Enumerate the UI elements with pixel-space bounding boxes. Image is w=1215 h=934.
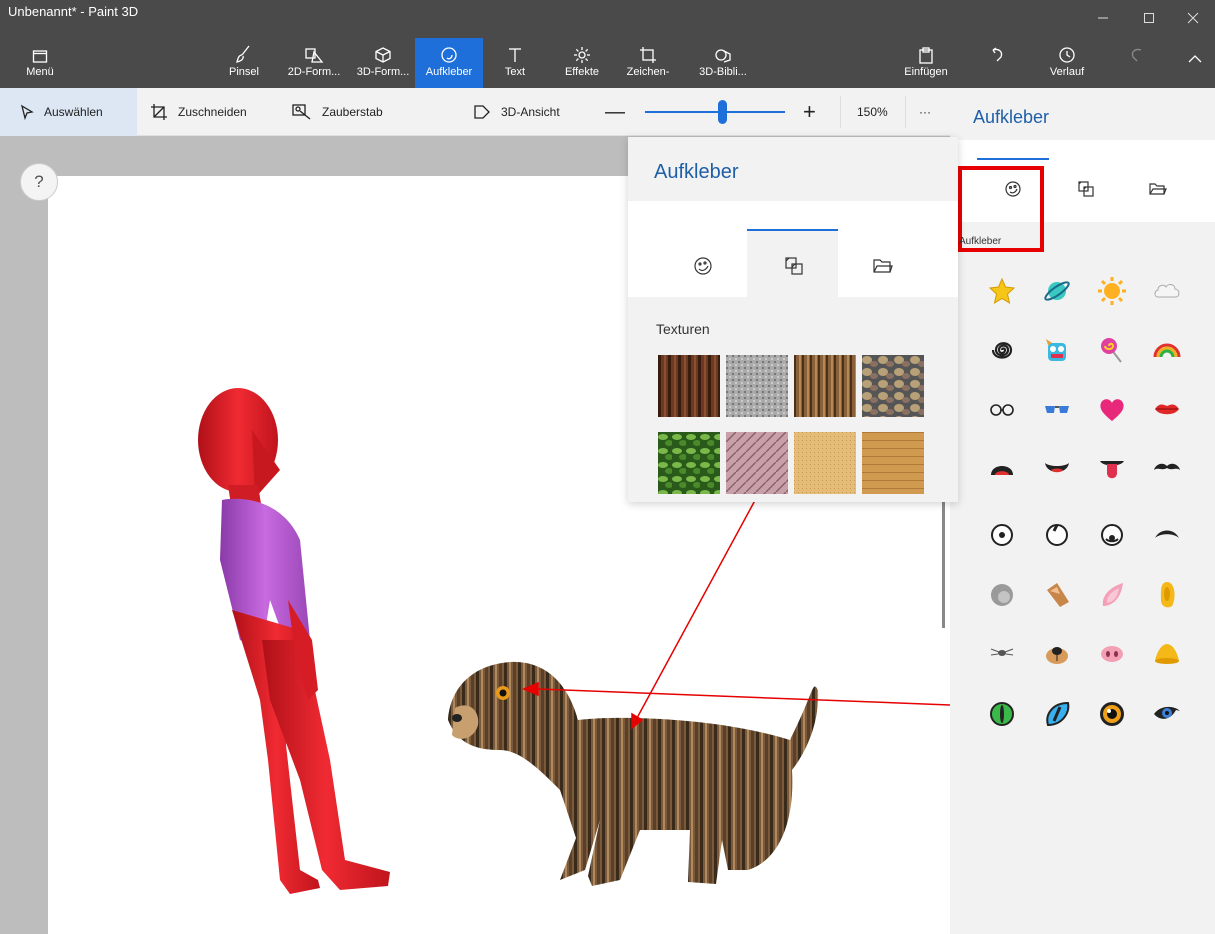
lollipop-sticker[interactable] bbox=[1095, 333, 1129, 367]
folder-open-icon bbox=[873, 259, 893, 273]
dog-3d-model[interactable] bbox=[448, 661, 819, 886]
panel-title: Aufkleber bbox=[973, 107, 1050, 127]
grey-ear-sticker[interactable] bbox=[985, 578, 1019, 612]
rainbow-sticker[interactable] bbox=[1150, 333, 1184, 367]
dog-nose-sticker[interactable] bbox=[1040, 637, 1074, 671]
open-mouth-sticker[interactable] bbox=[985, 451, 1019, 485]
dog-ear-sticker[interactable] bbox=[1040, 578, 1074, 612]
panel-section-label: Aufkleber bbox=[959, 236, 1002, 247]
pig-nose-sticker[interactable] bbox=[1095, 637, 1129, 671]
flyout-section-label: Texturen bbox=[656, 321, 710, 337]
yellow-ear-sticker[interactable] bbox=[1150, 578, 1184, 612]
glasses-sticker[interactable] bbox=[985, 392, 1019, 426]
fly-nose-sticker[interactable] bbox=[985, 637, 1019, 671]
texture-leaves[interactable] bbox=[658, 432, 720, 494]
star-sticker[interactable] bbox=[985, 274, 1019, 308]
monster-sticker[interactable] bbox=[1040, 333, 1074, 367]
active-tab-indicator bbox=[977, 158, 1049, 160]
eye-down-sticker[interactable] bbox=[1095, 518, 1129, 552]
eye-center-sticker[interactable] bbox=[985, 518, 1019, 552]
cloud-sticker[interactable] bbox=[1150, 274, 1184, 308]
texture-hair[interactable] bbox=[794, 355, 856, 417]
folder-open-icon bbox=[1149, 183, 1167, 195]
eyebrow-sticker[interactable] bbox=[1150, 518, 1184, 552]
texture-sand[interactable] bbox=[794, 432, 856, 494]
flyout-tab-stickers[interactable] bbox=[690, 253, 716, 279]
texture-marble[interactable] bbox=[726, 432, 788, 494]
cat-eye-blue-sticker[interactable] bbox=[1040, 697, 1074, 731]
tongue-mouth-sticker[interactable] bbox=[1095, 451, 1129, 485]
texture-wood[interactable] bbox=[862, 432, 924, 494]
sticker-icon bbox=[694, 257, 712, 275]
texture-granite[interactable] bbox=[726, 355, 788, 417]
duck-beak-sticker[interactable] bbox=[1150, 637, 1184, 671]
flyout-title: Aufkleber bbox=[654, 161, 739, 183]
mustache-sticker[interactable] bbox=[1150, 451, 1184, 485]
tab-custom[interactable] bbox=[1145, 176, 1171, 202]
human-eye-sticker[interactable] bbox=[1150, 697, 1184, 731]
texture-icon bbox=[1078, 181, 1094, 197]
dog-eye-sticker[interactable] bbox=[1095, 697, 1129, 731]
lips-sticker[interactable] bbox=[1150, 392, 1184, 426]
texture-bark[interactable] bbox=[658, 355, 720, 417]
paint3d-window: Unbenannt* - Paint 3D Menü Pinsel 2D-For… bbox=[0, 0, 1215, 934]
texture-pebbles[interactable] bbox=[862, 355, 924, 417]
cat-eye-green-sticker[interactable] bbox=[985, 697, 1019, 731]
flyout-tab-textures[interactable] bbox=[781, 253, 807, 279]
sun-sticker[interactable] bbox=[1095, 274, 1129, 308]
pink-ear-sticker[interactable] bbox=[1095, 578, 1129, 612]
person-3d-model[interactable] bbox=[198, 388, 390, 894]
heart-sticker[interactable] bbox=[1095, 392, 1129, 426]
grin-mouth-sticker[interactable] bbox=[1040, 451, 1074, 485]
texture-icon bbox=[785, 257, 803, 275]
planet-sticker[interactable] bbox=[1040, 274, 1074, 308]
flyout-tab-custom[interactable] bbox=[870, 253, 896, 279]
tab-textures[interactable] bbox=[1073, 176, 1099, 202]
sunglasses-sticker[interactable] bbox=[1040, 392, 1074, 426]
spiral-sticker[interactable] bbox=[985, 333, 1019, 367]
eye-up-sticker[interactable] bbox=[1040, 518, 1074, 552]
